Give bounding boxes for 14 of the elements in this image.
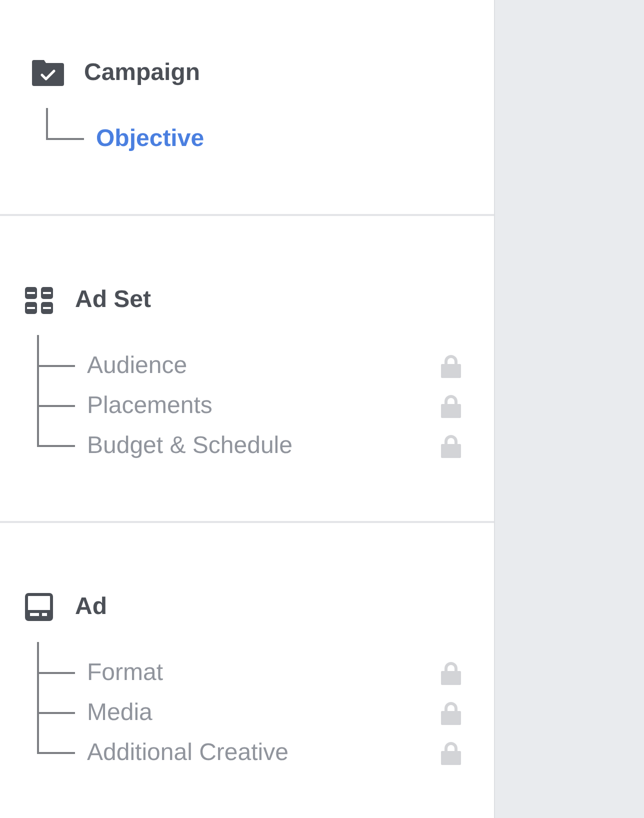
section-title: Ad bbox=[75, 592, 107, 622]
section-title: Campaign bbox=[84, 58, 200, 88]
step-item[interactable]: Objective bbox=[96, 124, 204, 154]
layout-icon bbox=[25, 593, 53, 621]
step-item[interactable]: Budget & Schedule bbox=[87, 431, 292, 461]
step-item[interactable]: Audience bbox=[87, 351, 188, 381]
step-item[interactable]: Media bbox=[87, 698, 152, 728]
section-title: Ad Set bbox=[75, 285, 152, 315]
step-item[interactable]: Additional Creative bbox=[87, 738, 288, 768]
folder-check-icon bbox=[32, 60, 64, 86]
step-item[interactable]: Format bbox=[87, 658, 164, 688]
grid-icon bbox=[25, 286, 53, 314]
tree-line bbox=[46, 108, 48, 140]
step-item[interactable]: Placements bbox=[87, 391, 212, 421]
